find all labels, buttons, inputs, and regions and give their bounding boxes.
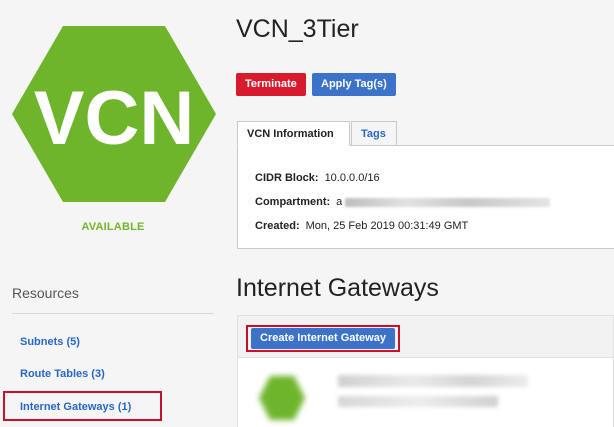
tab-tags[interactable]: Tags (351, 121, 397, 146)
divider (12, 313, 214, 314)
gateways-toolbar: Create Internet Gateway (238, 316, 613, 358)
redacted-gateway-name (338, 375, 528, 387)
compartment-row: Compartment: a (255, 196, 551, 208)
cidr-label: CIDR Block: (255, 172, 319, 184)
compartment-value[interactable]: a (336, 196, 342, 208)
cidr-row: CIDR Block: 10.0.0.0/16 (255, 172, 380, 184)
vcn-logo: VCN (12, 26, 216, 202)
created-value: Mon, 25 Feb 2019 00:31:49 GMT (305, 220, 469, 232)
terminate-button[interactable]: Terminate (236, 73, 306, 96)
section-title-internet-gateways: Internet Gateways (236, 274, 439, 302)
internet-gateways-panel: Create Internet Gateway (237, 315, 614, 427)
gateway-hexagon-icon (258, 374, 306, 422)
created-label: Created: (255, 220, 300, 232)
vcn-info-panel: CIDR Block: 10.0.0.0/16 Compartment: a Cre… (237, 145, 614, 249)
page-title: VCN_3Tier (236, 15, 359, 43)
status-badge: AVAILABLE (81, 221, 145, 233)
cidr-value: 10.0.0.0/16 (324, 172, 380, 184)
resource-link-subnets[interactable]: Subnets (5) (20, 336, 80, 348)
compartment-label: Compartment: (255, 196, 331, 208)
redacted-gateway-details (338, 396, 498, 407)
redacted-compartment (345, 197, 551, 207)
main-content: VCN_3Tier Terminate Apply Tag(s) VCN Inf… (236, 0, 614, 427)
created-row: Created: Mon, 25 Feb 2019 00:31:49 GMT (255, 220, 468, 232)
left-panel: VCN AVAILABLE Resources Subnets (5) Rout… (0, 0, 226, 427)
resources-heading: Resources (12, 285, 79, 301)
active-resource-highlight (3, 391, 162, 421)
hexagon-icon: VCN (12, 26, 216, 202)
resource-link-route-tables[interactable]: Route Tables (3) (20, 368, 105, 380)
apply-tags-button[interactable]: Apply Tag(s) (312, 73, 396, 96)
vcn-logo-text: VCN (34, 76, 194, 161)
tab-vcn-information[interactable]: VCN Information (237, 121, 350, 146)
create-internet-gateway-button[interactable]: Create Internet Gateway (251, 328, 395, 349)
